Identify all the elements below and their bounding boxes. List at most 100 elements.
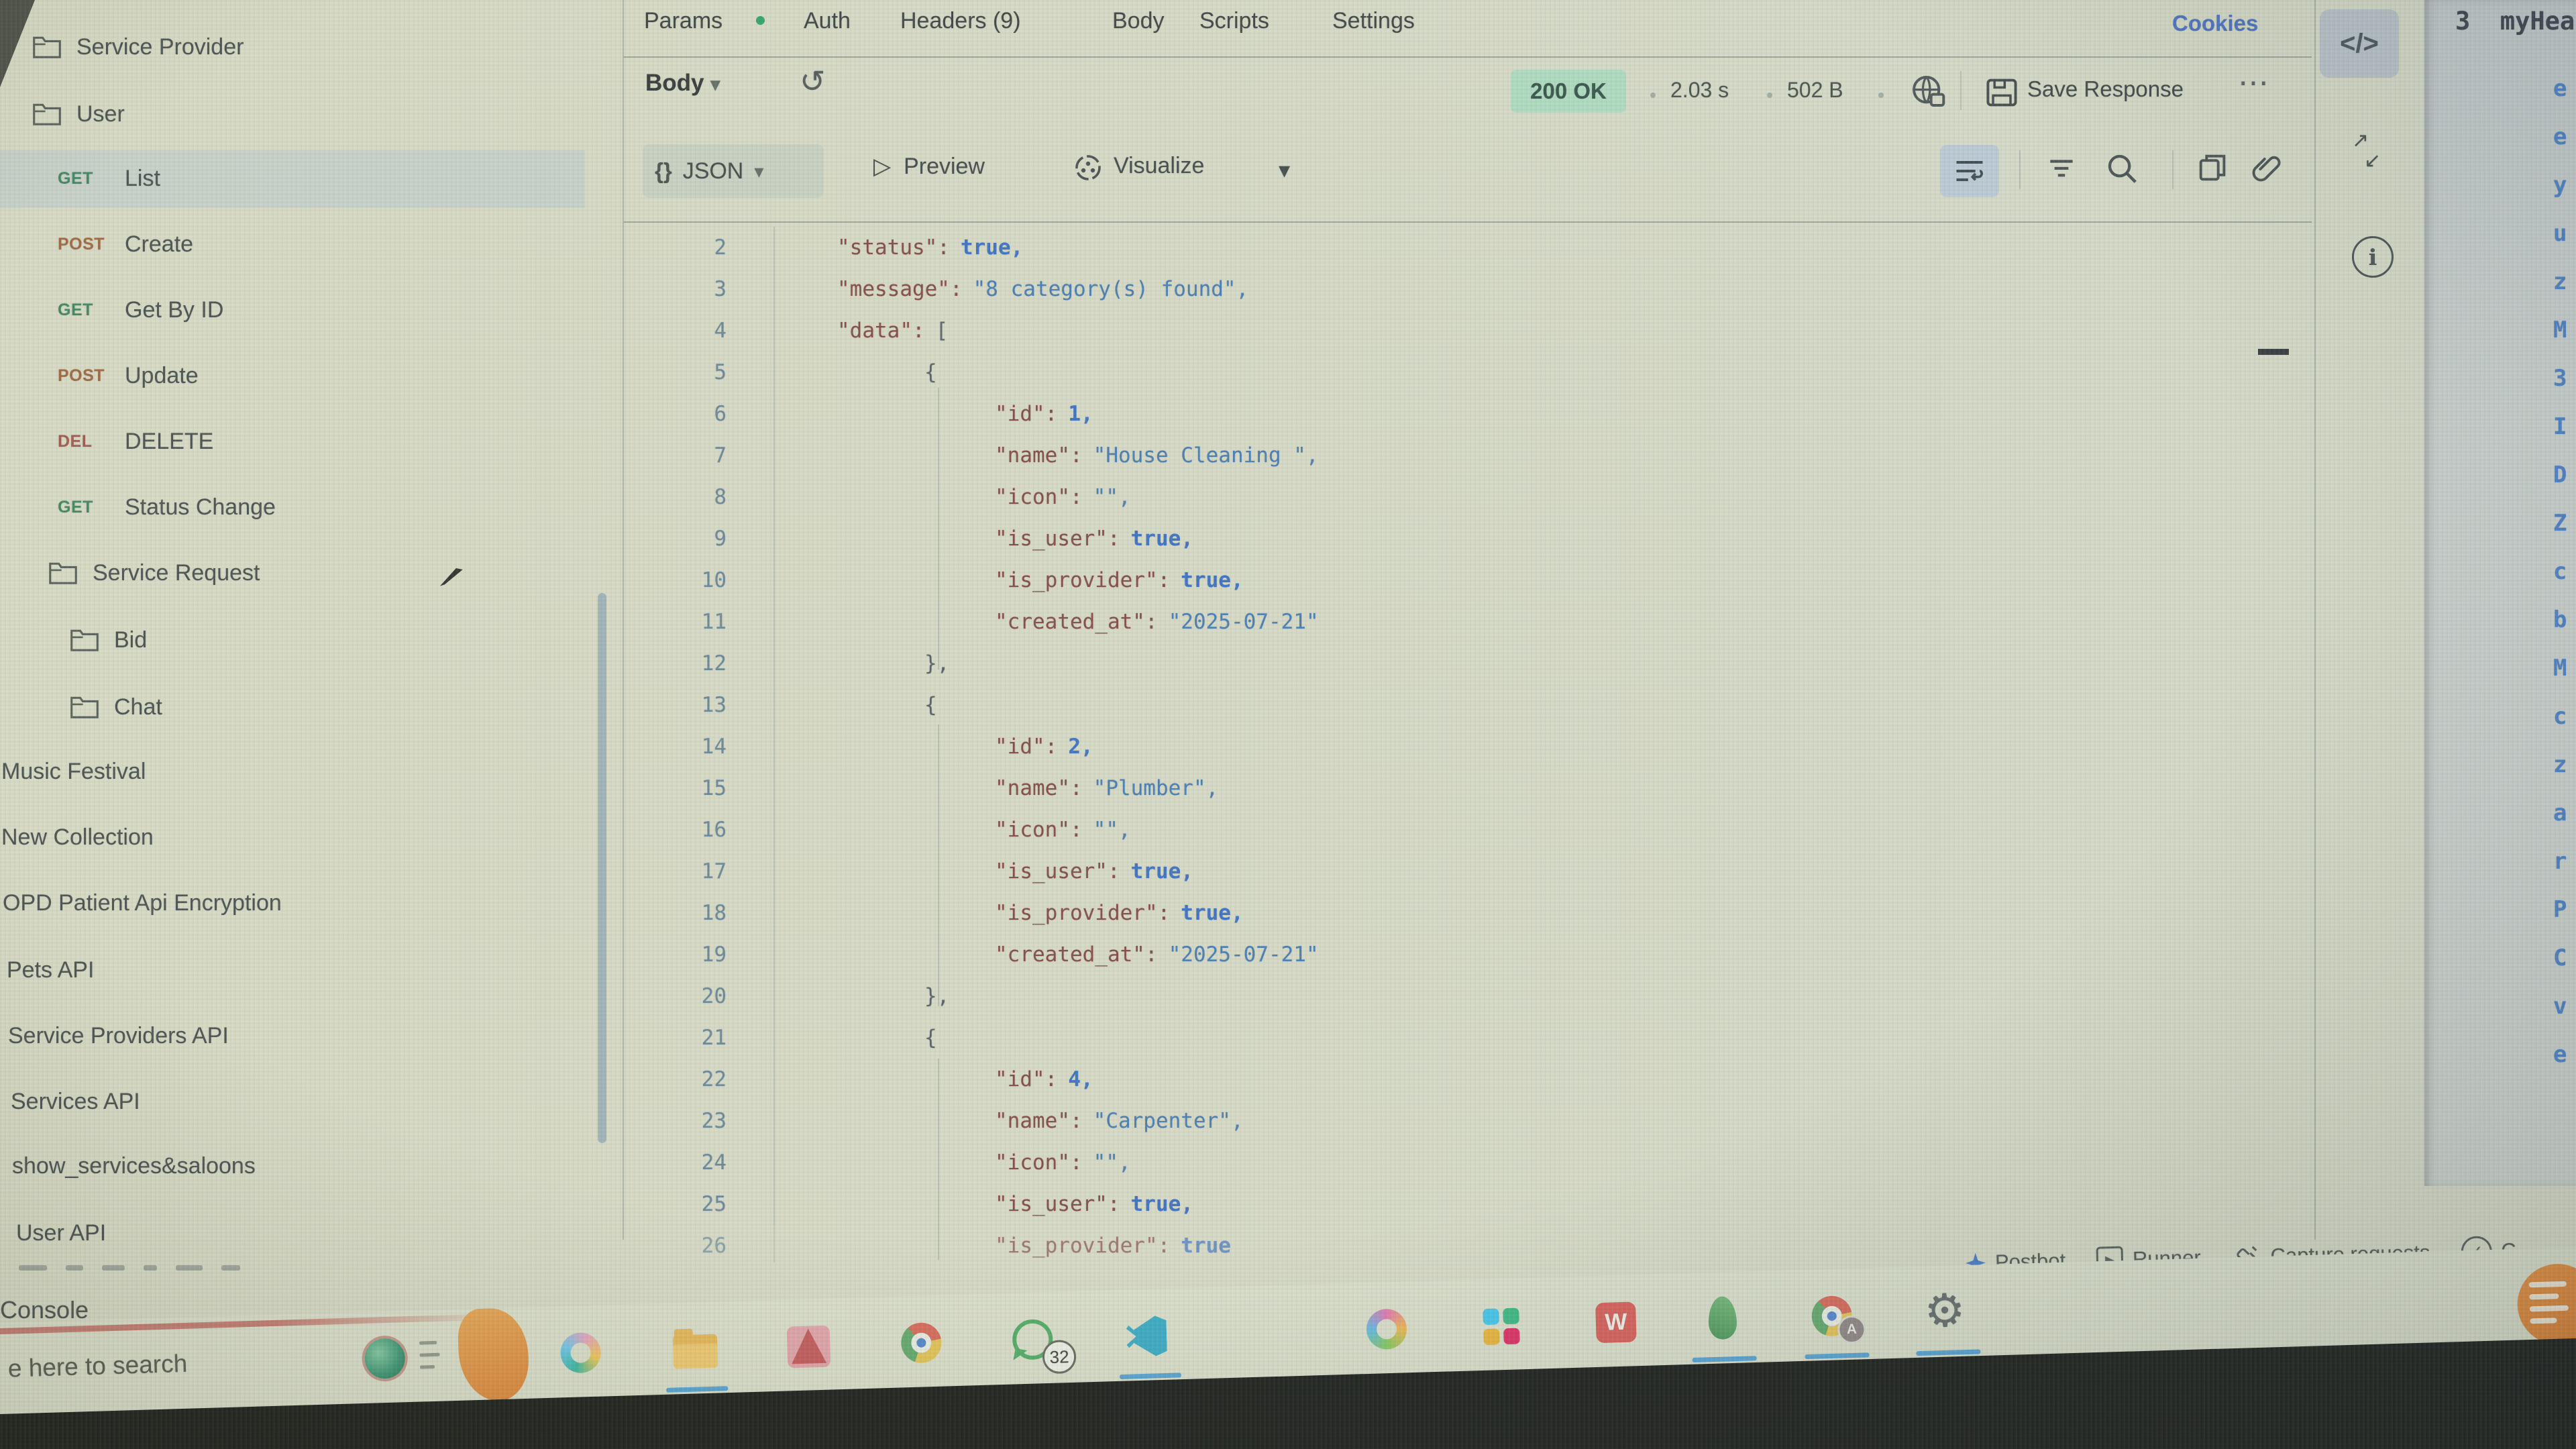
separator <box>2172 150 2174 189</box>
sidebar-item-new-collection[interactable]: New Collection <box>0 816 608 859</box>
info-icon[interactable]: i <box>2352 236 2394 278</box>
braces-icon: {} <box>655 158 672 184</box>
tab-settings[interactable]: Settings <box>1332 8 1415 34</box>
sidebar-item-service-provider[interactable]: Service Provider <box>0 25 639 68</box>
status-badge: 200 OK <box>1511 70 1626 113</box>
search-highlight-art[interactable] <box>458 1307 530 1402</box>
dot-separator <box>1878 93 1884 98</box>
sidebar-item-service-providers-api[interactable]: Service Providers API <box>0 1014 615 1057</box>
search-icon[interactable] <box>2104 150 2140 186</box>
separator <box>1960 71 1962 110</box>
wrap-text-button[interactable] <box>1940 145 1999 197</box>
slack-icon[interactable] <box>1483 1307 1521 1346</box>
sidebar-item-pets-api[interactable]: Pets API <box>0 949 614 991</box>
chrome-icon[interactable] <box>900 1322 942 1364</box>
link-icon[interactable] <box>2249 150 2284 185</box>
chevron-down-icon: ▾ <box>754 160 763 182</box>
copy-icon[interactable] <box>2195 150 2230 185</box>
method-badge: POST <box>58 235 110 254</box>
separator <box>2019 150 2021 189</box>
running-indicator <box>1805 1352 1869 1359</box>
sidebar-item-service-request[interactable]: Service Request <box>0 551 655 594</box>
sidebar-item-services-api[interactable]: Services API <box>0 1080 618 1123</box>
wps-office-icon[interactable]: W <box>1595 1301 1637 1343</box>
sidebar-item-user-api[interactable]: User API <box>0 1212 623 1254</box>
response-time: 2.03 s <box>1670 78 1729 103</box>
folder-icon <box>70 627 99 653</box>
sidebar-scrollbar[interactable] <box>598 593 606 1143</box>
sidebar-item-list[interactable]: GET List <box>0 157 665 200</box>
blurred-item <box>19 1265 307 1272</box>
settings-gear-icon[interactable]: ⚙ <box>1923 1284 1966 1338</box>
sidebar-item-opd-patient[interactable]: OPD Patient Api Encryption <box>0 881 610 924</box>
sidebar-item-chat[interactable]: Chat <box>0 686 677 729</box>
sidebar-item-update[interactable]: POST Update <box>0 354 665 397</box>
format-selector[interactable]: {} JSON ▾ <box>643 144 824 198</box>
copilot-icon[interactable] <box>560 1332 602 1374</box>
save-response-button[interactable]: Save Response <box>2027 76 2184 102</box>
sidebar-item-status-change[interactable]: GET Status Change <box>0 486 665 529</box>
profile-a-badge: A <box>1837 1315 1866 1344</box>
sidebar-item-get-by-id[interactable]: GET Get By ID <box>0 288 665 331</box>
more-options-icon[interactable]: ⋯ <box>2238 64 2271 101</box>
response-history-icon[interactable]: ↺ <box>800 63 826 99</box>
filter-icon[interactable] <box>2045 153 2078 186</box>
monitor-screen: Service Provider User GET List POST Crea… <box>0 0 2576 1449</box>
mongodb-icon[interactable] <box>1708 1296 1737 1340</box>
save-icon <box>1984 75 2019 110</box>
visualize-chevron-icon[interactable]: ▾ <box>1279 157 1290 184</box>
running-indicator <box>1693 1356 1757 1362</box>
search-highlight-globe-icon[interactable] <box>364 1338 406 1379</box>
tab-scripts[interactable]: Scripts <box>1199 8 1269 34</box>
response-size: 502 B <box>1787 78 1843 103</box>
photos-ring-icon[interactable] <box>1366 1308 1407 1350</box>
postman-taskbar-icon[interactable] <box>2516 1263 2576 1345</box>
dot-separator <box>1650 93 1656 98</box>
sidebar-item-bid[interactable]: Bid <box>0 619 677 661</box>
sidebar-item-music-festival[interactable]: Music Festival <box>0 750 608 793</box>
folder-icon <box>48 560 78 586</box>
toolbar-divider <box>624 221 2312 223</box>
sidebar-item-show-services-saloons[interactable]: show_services&saloons <box>0 1144 619 1187</box>
vscode-icon[interactable] <box>1126 1316 1167 1357</box>
code-icon: </> <box>2340 29 2379 59</box>
code-snippet-button[interactable]: </> <box>2320 9 2399 78</box>
cookies-link[interactable]: Cookies <box>2172 11 2258 36</box>
collections-sidebar: Service Provider User GET List POST Crea… <box>0 0 607 1295</box>
method-badge: DEL <box>58 432 110 451</box>
sidebar-item-user[interactable]: User <box>0 93 639 136</box>
dot-separator <box>1767 93 1772 98</box>
method-badge: GET <box>58 498 110 517</box>
file-explorer-icon[interactable] <box>673 1334 718 1369</box>
play-icon: ▷ <box>873 154 891 179</box>
peek-code-line: 3 myHea <box>2455 7 2575 36</box>
tab-auth[interactable]: Auth <box>804 8 851 34</box>
taskbar-search-box[interactable]: e here to search <box>7 1350 188 1383</box>
running-indicator <box>666 1386 728 1393</box>
method-badge: GET <box>58 301 110 320</box>
background-window-edge[interactable]: 3 myHea e e y u z M 3 I D Z c b M c z a … <box>2424 0 2576 1186</box>
red-triangle-app-icon[interactable] <box>787 1326 831 1368</box>
sidebar-item-create[interactable]: POST Create <box>0 223 665 266</box>
folder-icon <box>32 34 62 60</box>
tab-headers[interactable]: Headers (9) <box>900 8 1021 34</box>
chevron-down-icon: ▾ <box>710 74 720 95</box>
sidebar-item-delete[interactable]: DEL DELETE <box>0 420 665 463</box>
whatsapp-badge: 32 <box>1042 1340 1076 1374</box>
tab-params[interactable]: Params <box>644 8 722 34</box>
response-body-dropdown[interactable]: Body ▾ <box>645 70 720 97</box>
method-badge: GET <box>58 169 110 189</box>
params-modified-dot <box>756 16 765 25</box>
visualize-button[interactable]: Visualize <box>1114 153 1204 179</box>
tab-body[interactable]: Body <box>1112 8 1165 34</box>
running-indicator <box>1120 1373 1181 1379</box>
running-indicator <box>1916 1349 1980 1356</box>
json-response-viewer[interactable]: 2"status":true, 3"message":"8 category(s… <box>624 227 2314 1263</box>
network-icon[interactable] <box>1909 72 1947 110</box>
visualize-icon <box>1072 152 1104 184</box>
scroll-to-response-icon[interactable]: ↗ ↙ <box>2347 129 2394 182</box>
preview-button[interactable]: ▷ Preview <box>873 153 985 180</box>
peek-wrapped-code-column: e e y u z M 3 I D Z c b M c z a r P C v … <box>2553 64 2576 1079</box>
tabs-divider <box>624 56 2312 58</box>
right-rail-divider <box>2314 0 2316 1240</box>
